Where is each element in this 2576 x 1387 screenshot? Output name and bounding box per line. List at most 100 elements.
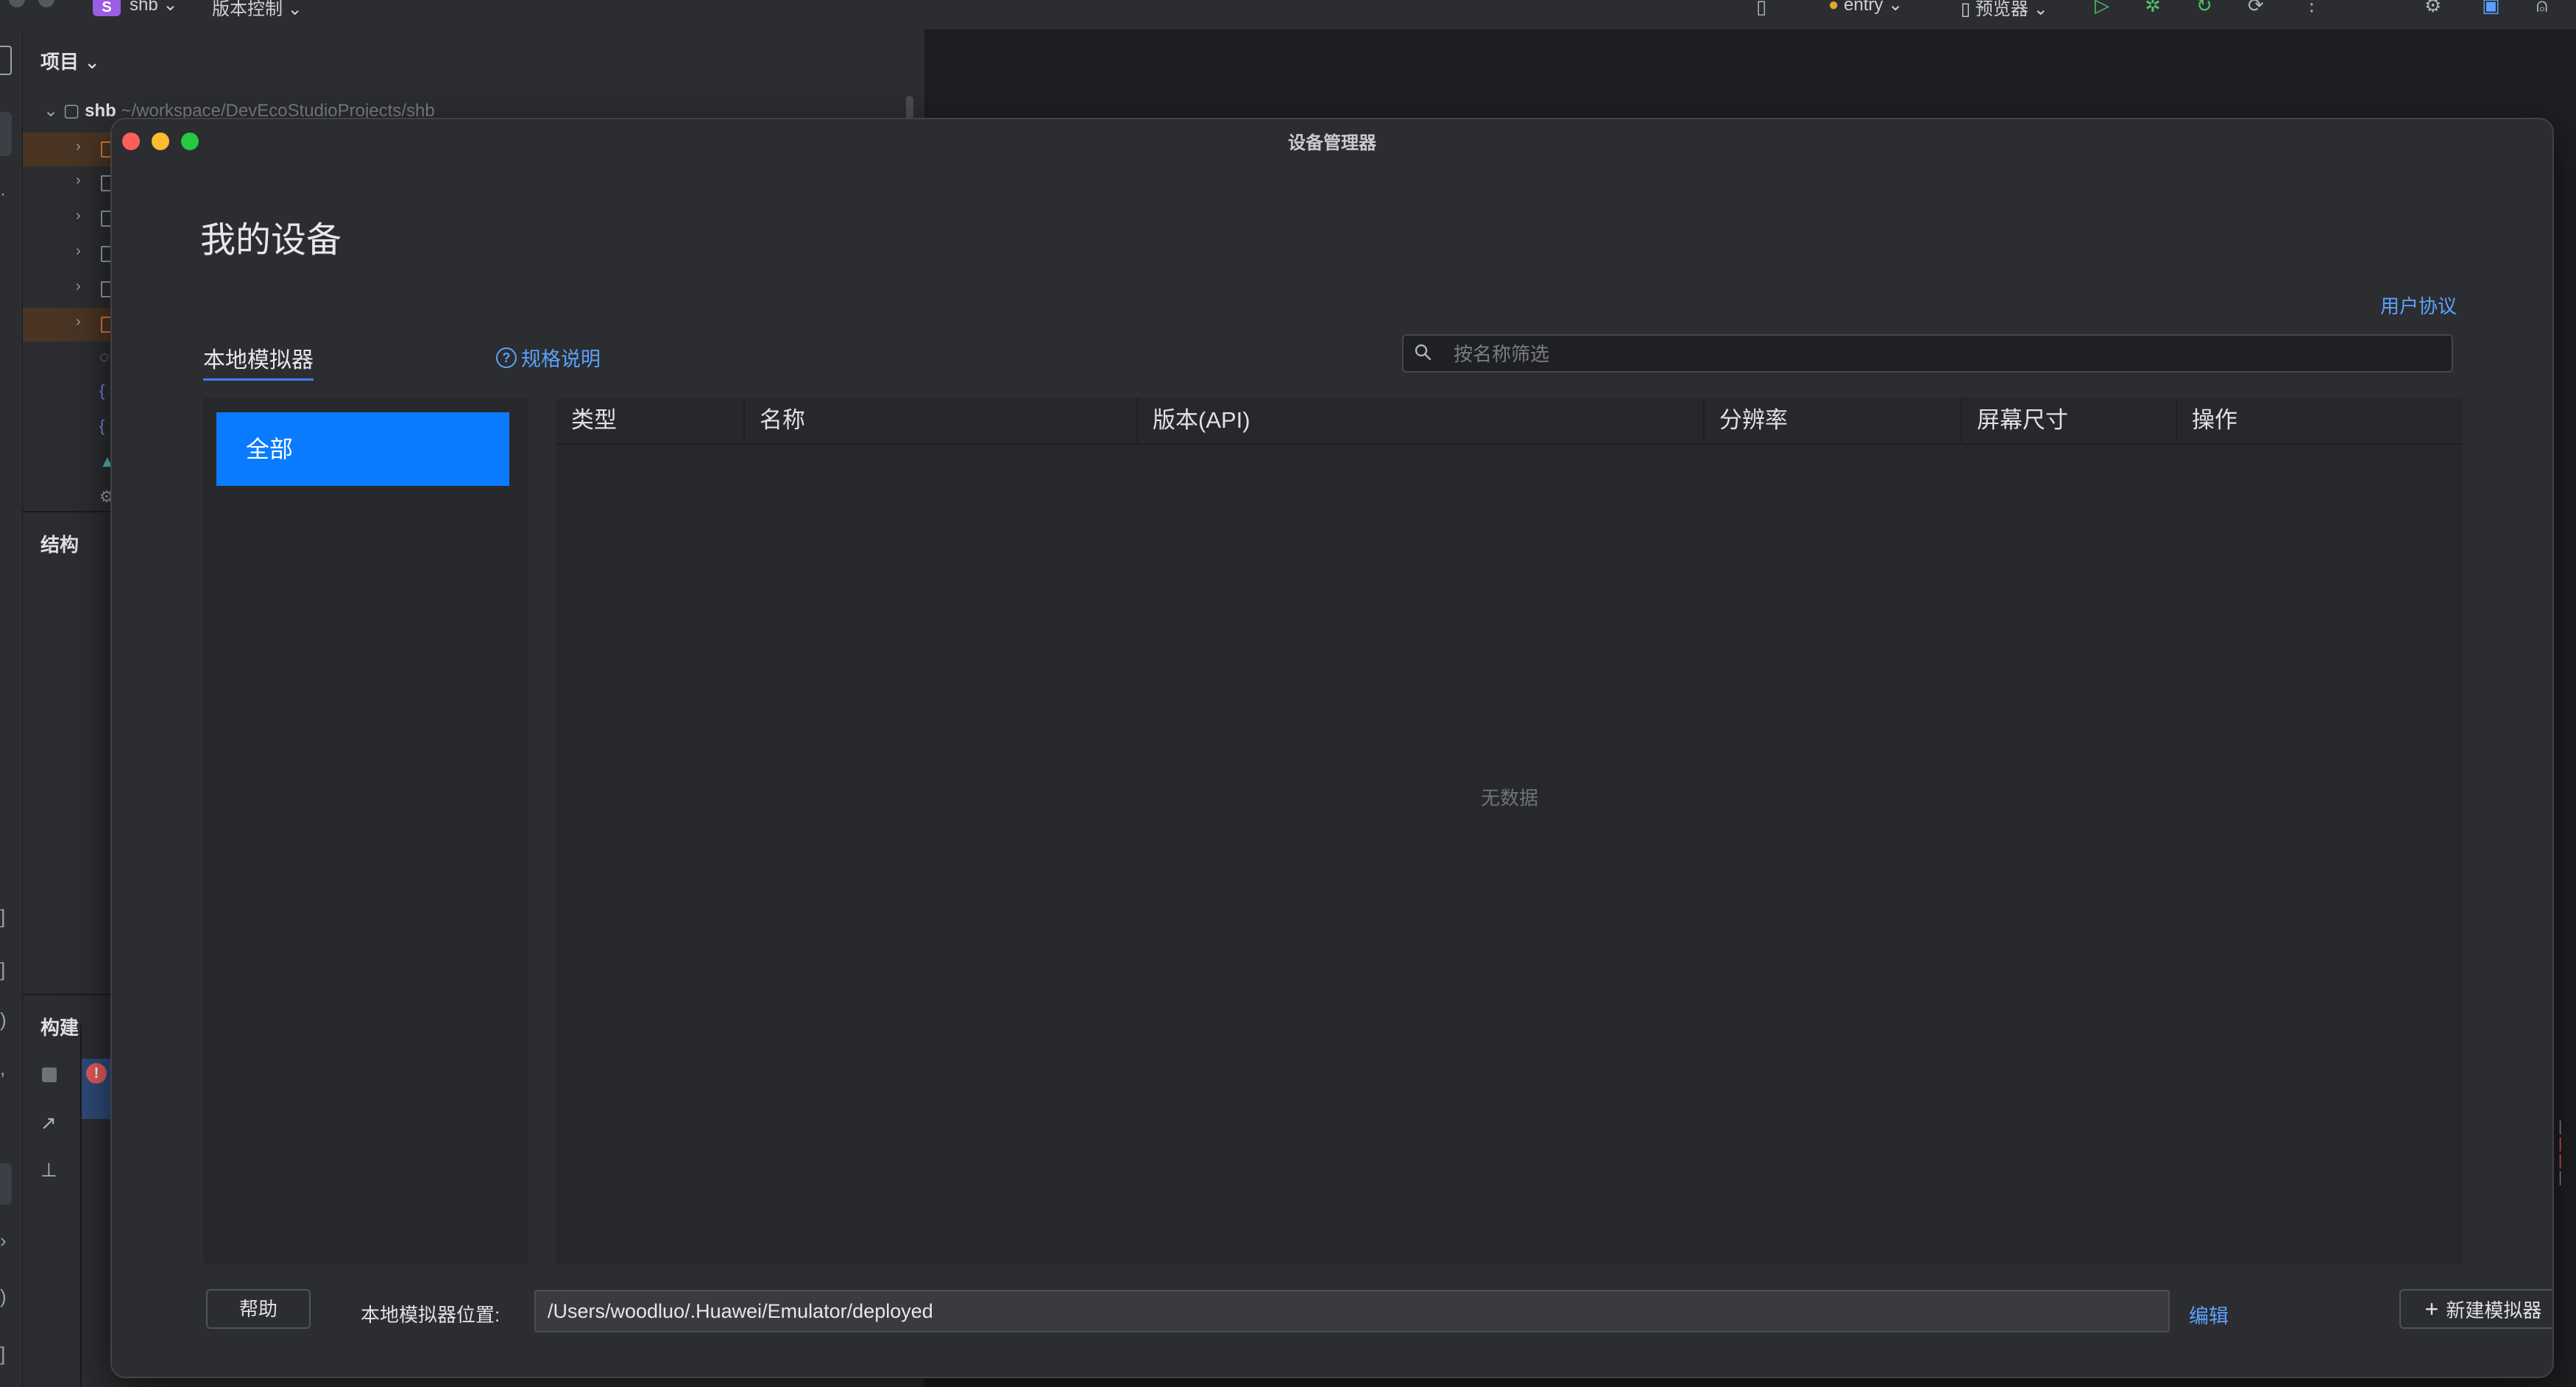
tree-item[interactable]: › [23,237,114,271]
column-header-actions[interactable]: 操作 [2177,398,2463,443]
emulator-location-field[interactable] [534,1290,2170,1333]
structure-panel-title[interactable]: 结构 [40,530,79,557]
run-config-label: entry [1844,0,1883,15]
phone-icon: ▯ [1961,0,1971,19]
rerun-icon[interactable]: ↻ [2196,0,2212,17]
notifications-tool-icon[interactable]: ] [0,1343,5,1366]
column-header-resolution[interactable]: 分辨率 [1705,398,1962,443]
todo-tool-icon[interactable]: ) [0,1285,7,1308]
chevron-down-icon: ⌄ [163,0,178,15]
log-tool-icon[interactable]: ] [0,959,5,981]
column-header-version[interactable]: 版本(API) [1138,398,1705,443]
sync-icon[interactable]: ⟳ [2248,0,2264,17]
preview-label: 预览器 [1975,0,2028,19]
tree-item[interactable]: › [23,166,114,200]
account-icon[interactable]: ⍝ [2536,0,2548,18]
gutter-error-icon: | [2558,1136,2563,1152]
json-file-icon[interactable]: { [99,417,105,436]
chevron-right-icon: › [76,243,81,259]
tab-local-emulator[interactable]: 本地模拟器 [203,342,314,381]
search-box[interactable] [1402,334,2453,373]
project-badge[interactable]: S [93,0,121,16]
chevron-right-icon: › [76,208,81,224]
ide-titlebar: S shb ⌄ 版本控制 ⌄ ▯ ● entry ⌄ ▯ 预览器 ⌄ ▷ ✲ ↻… [0,0,2576,30]
commit-tool-icon[interactable] [0,112,12,156]
user-agreement-link[interactable]: 用户协议 [2380,292,2457,319]
project-name: shb [130,0,158,15]
module-folder-icon: ▢ [63,101,80,121]
git-tool-icon[interactable]: › [0,1229,7,1252]
layout-icon[interactable]: ▣ [2482,0,2500,17]
project-switcher[interactable]: shb ⌄ [130,0,177,15]
run-icon[interactable]: ▷ [2095,0,2109,17]
help-button[interactable]: 帮助 [206,1289,311,1329]
problems-tool-icon[interactable]: ) [0,1009,7,1031]
config-dots-icon: ● [1828,0,1839,15]
column-header-type[interactable]: 类型 [556,398,745,443]
vcs-menu[interactable]: 版本控制 ⌄ [212,0,302,20]
tree-item[interactable]: › [23,133,114,166]
new-emulator-label: 新建模拟器 [2446,1299,2542,1321]
chevron-down-icon: ⌄ [287,0,302,19]
tree-root-name: shb [85,101,116,121]
build-panel-title[interactable]: 构建 [40,1013,79,1040]
chevron-right-icon: › [76,172,81,188]
error-icon: ! [86,1063,107,1084]
dialog-title: 设备管理器 [1288,133,1376,153]
debug-icon[interactable]: ✲ [2145,0,2161,17]
open-external-icon[interactable]: ↗ [40,1112,57,1134]
spec-link-label: 规格说明 [521,348,601,370]
table-header: 类型 名称 版本(API) 分辨率 屏幕尺寸 操作 [556,398,2463,445]
page-title: 我的设备 [200,221,342,260]
tree-item[interactable]: › [23,272,114,306]
settings-icon[interactable]: ⚙ [2424,0,2441,17]
new-emulator-button[interactable]: + 新建模拟器 [2399,1289,2552,1329]
device-icon[interactable]: ▯ [1756,0,1766,18]
project-panel-title: 项目 [40,51,79,73]
plus-icon: + [2424,1296,2439,1322]
preview-selector[interactable]: ▯ 预览器 ⌄ [1961,0,2048,20]
column-header-name[interactable]: 名称 [745,398,1138,443]
gutter-error-icon: | [2558,1153,2563,1169]
chevron-down-icon: ⌄ [1888,0,1903,15]
more-tools-icon[interactable]: · [0,184,6,205]
project-panel-header[interactable]: 项目 ⌄ [40,47,100,74]
chevron-right-icon: › [76,314,81,330]
project-tool-icon[interactable] [0,46,12,75]
tree-item[interactable]: › [23,202,114,236]
gutter-mark-icon: | [2558,1119,2563,1135]
terminal-tool-icon[interactable]: ] [0,906,5,928]
file-icon[interactable]: ◌ [99,347,109,367]
search-icon [1415,344,1432,361]
pin-icon[interactable]: ⊥ [40,1159,57,1182]
window-close-dot[interactable] [9,0,25,7]
category-panel: 全部 [203,398,528,1265]
more-icon[interactable]: ⋮ [2302,0,2321,15]
chevron-right-icon: › [76,278,81,294]
emulator-location-label: 本地模拟器位置: [361,1304,500,1326]
empty-state-text: 无数据 [1480,787,1538,809]
stop-icon[interactable] [42,1067,57,1082]
device-manager-dialog: 设备管理器 我的设备 用户协议 本地模拟器 ? 规格说明 全部 类型 名称 版本… [110,118,2554,1378]
gutter-mark-icon: | [2558,1170,2563,1186]
category-item-all[interactable]: 全部 [216,412,509,486]
vcs-menu-label: 版本控制 [212,0,283,19]
chevron-down-icon: ⌄ [2033,0,2048,19]
edit-location-link[interactable]: 编辑 [2189,1300,2229,1329]
run-config-selector[interactable]: ● entry ⌄ [1828,0,1903,15]
help-circle-icon: ? [496,347,517,368]
left-tool-strip: · ] ] ) , › ) ] [0,29,23,1387]
search-input[interactable] [1452,336,2441,373]
editor-gutter-markers: | | | | [2558,1119,2573,1369]
spec-link[interactable]: ? 规格说明 [496,343,601,372]
window-minimize-dot[interactable] [38,0,54,7]
column-header-screen-size[interactable]: 屏幕尺寸 [1962,398,2177,443]
chevron-right-icon: › [76,138,81,155]
chevron-down-icon: ⌄ [84,51,101,73]
device-table: 类型 名称 版本(API) 分辨率 屏幕尺寸 操作 无数据 [556,398,2463,1265]
services-tool-icon[interactable]: , [0,1057,5,1080]
json-file-icon[interactable]: { [99,381,105,400]
chevron-down-icon: ⌄ [43,101,59,121]
build-tool-icon[interactable] [0,1163,12,1204]
tree-item[interactable]: › [23,308,114,342]
